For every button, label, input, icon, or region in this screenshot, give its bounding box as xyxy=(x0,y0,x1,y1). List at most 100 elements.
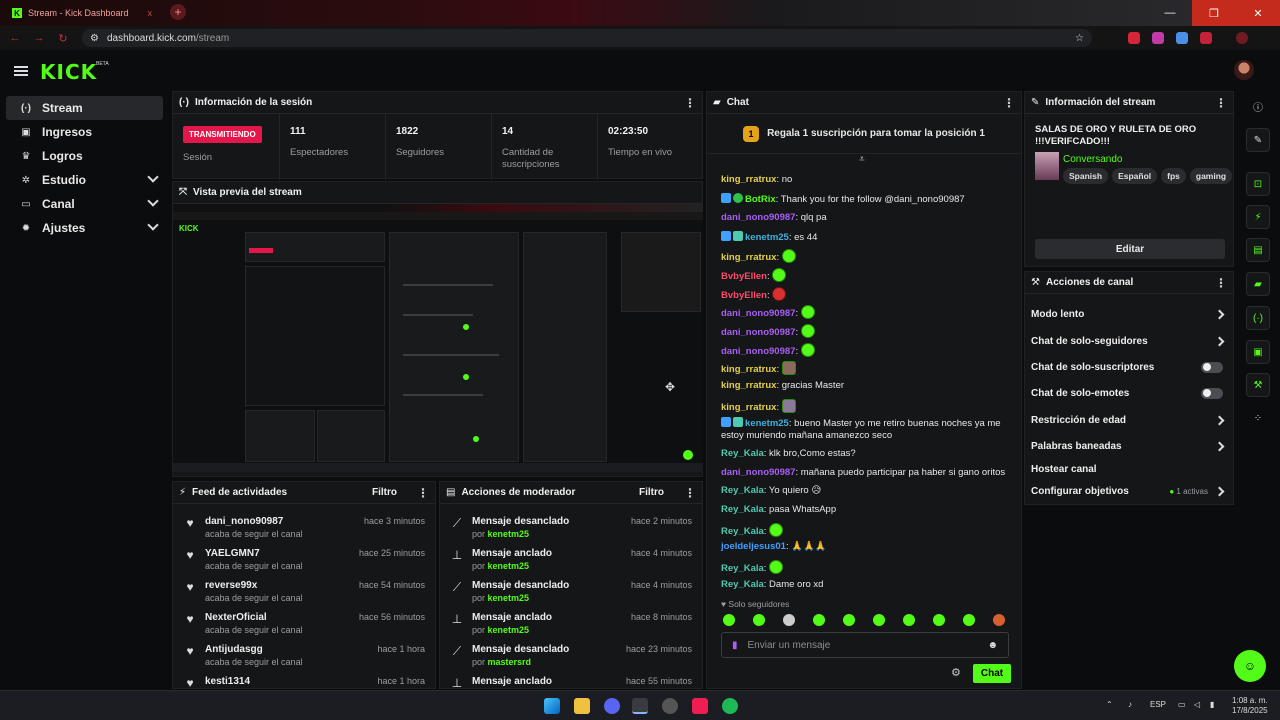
lightning-icon[interactable]: ⚡ xyxy=(1246,205,1270,229)
more-options-icon[interactable]: ⋮ xyxy=(684,486,696,500)
tab-close-icon[interactable]: x xyxy=(148,8,153,18)
spotify-icon[interactable] xyxy=(722,698,738,714)
emote-icon[interactable] xyxy=(903,614,915,626)
reload-icon[interactable]: ↻ xyxy=(54,29,72,47)
browser-tab[interactable]: K Stream - Kick Dashboard x xyxy=(6,3,158,23)
emote-icon[interactable] xyxy=(753,614,765,626)
microphone-icon[interactable]: ▮ xyxy=(732,640,738,651)
sidebar-item-ajustes[interactable]: ✹ Ajustes xyxy=(6,216,163,240)
stream-preview-video[interactable]: KICK ✥ xyxy=(173,204,703,472)
minimize-button[interactable]: — xyxy=(1148,0,1192,26)
more-options-icon[interactable]: ⋮ xyxy=(1215,276,1227,290)
followers-only-row[interactable]: Chat de solo-seguidores xyxy=(1031,330,1225,352)
chat-username[interactable]: Rey_Kala xyxy=(721,526,764,537)
extension-icon[interactable] xyxy=(1152,32,1164,44)
feed-username[interactable]: NexterOficial xyxy=(205,612,267,623)
info-icon[interactable]: ⓘ xyxy=(1246,94,1270,118)
filter-button[interactable]: Filtro xyxy=(639,487,664,498)
help-chat-button[interactable]: ☺ xyxy=(1234,650,1266,682)
url-field[interactable]: ⚙ dashboard.kick.com/stream ☆ xyxy=(82,29,1092,47)
extension-icon[interactable] xyxy=(1128,32,1140,44)
chat-username[interactable]: dani_nono90987 xyxy=(721,467,795,478)
chat-username[interactable]: Rey_Kala xyxy=(721,504,764,515)
chat-username[interactable]: kenetm25 xyxy=(745,232,789,243)
battery-icon[interactable]: ▮ xyxy=(1210,700,1214,709)
more-options-icon[interactable]: ⋮ xyxy=(1215,96,1227,110)
goals-row[interactable]: Configurar objetivos ● 1 activas xyxy=(1031,480,1225,502)
network-icon[interactable]: ▭ xyxy=(1178,700,1186,709)
mod-user[interactable]: kenetm25 xyxy=(488,529,530,539)
feed-username[interactable]: Antijudasgg xyxy=(205,644,263,655)
subscribers-only-toggle[interactable] xyxy=(1201,361,1223,373)
more-widgets-icon[interactable]: ⁘ xyxy=(1246,406,1270,430)
tools-icon[interactable]: ⚒ xyxy=(1246,373,1270,397)
category-name[interactable]: Conversando xyxy=(1063,154,1122,165)
chat-message-input[interactable]: ▮ Enviar un mensaje ☻ xyxy=(721,632,1009,658)
chat-username[interactable]: kenetm25 xyxy=(745,418,789,429)
back-icon[interactable]: ← xyxy=(6,29,24,47)
tray-chevron-icon[interactable]: ⌃ xyxy=(1106,700,1113,709)
more-options-icon[interactable]: ⋮ xyxy=(684,96,696,110)
emotes-only-toggle[interactable] xyxy=(1201,387,1223,399)
chat-username[interactable]: Rey_Kala xyxy=(721,448,764,459)
mod-user[interactable]: kenetm25 xyxy=(488,625,530,635)
chat-widget-icon[interactable]: ▰ xyxy=(1246,272,1270,296)
sub-gift-leaderboard[interactable]: 1 Regala 1 suscripción para tomar la pos… xyxy=(707,114,1021,154)
age-restriction-row[interactable]: Restricción de edad xyxy=(1031,409,1225,431)
emote-icon[interactable] xyxy=(993,614,1005,626)
kick-logo[interactable]: KICK xyxy=(40,60,97,84)
mod-user[interactable]: kenetm25 xyxy=(488,561,530,571)
emote-icon[interactable] xyxy=(723,614,735,626)
sidebar-item-ingresos[interactable]: ▣ Ingresos xyxy=(6,120,163,144)
menu-icon[interactable] xyxy=(14,66,28,76)
notes-icon[interactable]: ▤ xyxy=(1246,238,1270,262)
mod-user[interactable]: mastersrd xyxy=(488,657,532,667)
host-channel-row[interactable]: Hostear canal xyxy=(1031,458,1223,480)
close-window-button[interactable]: ✕ xyxy=(1236,0,1280,26)
forward-icon[interactable]: → xyxy=(30,29,48,47)
profile-icon[interactable] xyxy=(1236,32,1248,44)
sidebar-item-logros[interactable]: ♛ Logros xyxy=(6,144,163,168)
extension-icon[interactable] xyxy=(1176,32,1188,44)
feed-username[interactable]: kesti1314 xyxy=(205,676,250,687)
chat-username[interactable]: king_rratrux xyxy=(721,402,776,413)
chrome-icon[interactable] xyxy=(632,698,648,714)
new-tab-button[interactable]: + xyxy=(170,4,186,20)
file-explorer-icon[interactable] xyxy=(574,698,590,714)
emote-icon[interactable] xyxy=(933,614,945,626)
chat-username[interactable]: joeldeljesus01 xyxy=(721,541,786,552)
mod-widget-icon[interactable]: ▣ xyxy=(1246,340,1270,364)
chat-username[interactable]: Rey_Kala xyxy=(721,563,764,574)
microphone-tray-icon[interactable]: ♪ xyxy=(1128,700,1132,709)
discord-icon[interactable] xyxy=(604,698,620,714)
chat-settings-gear-icon[interactable]: ⚙ xyxy=(951,666,961,679)
emote-icon[interactable] xyxy=(873,614,885,626)
tiktok-icon[interactable] xyxy=(692,698,708,714)
chat-username[interactable]: Rey_Kala xyxy=(721,485,764,496)
chat-username[interactable]: BvbyEllen xyxy=(721,271,767,282)
feed-username[interactable]: reverse99x xyxy=(205,580,257,591)
chat-username[interactable]: BvbyEllen xyxy=(721,290,767,301)
emote-icon[interactable] xyxy=(813,614,825,626)
edit-layout-icon[interactable]: ✎ xyxy=(1246,128,1270,152)
banned-words-row[interactable]: Palabras baneadas xyxy=(1031,435,1225,457)
chat-send-button[interactable]: Chat xyxy=(973,664,1011,683)
emote-icon[interactable] xyxy=(783,614,795,626)
maximize-button[interactable]: ❐ xyxy=(1192,0,1236,26)
bookmark-star-icon[interactable]: ☆ xyxy=(1075,33,1084,44)
edit-button[interactable]: Editar xyxy=(1035,239,1225,259)
chat-username[interactable]: king_rratrux xyxy=(721,364,776,375)
chat-username[interactable]: king_rratrux xyxy=(721,380,776,391)
chat-username[interactable]: king_rratrux xyxy=(721,252,776,263)
feed-username[interactable]: YAELGMN7 xyxy=(205,548,260,559)
sidebar-item-estudio[interactable]: ✲ Estudio xyxy=(6,168,163,192)
language-indicator[interactable]: ESP xyxy=(1150,700,1166,709)
chat-username[interactable]: BotRix xyxy=(745,194,776,205)
site-info-icon[interactable]: ⚙ xyxy=(90,33,99,44)
user-avatar[interactable] xyxy=(1234,60,1254,80)
sidebar-item-canal[interactable]: ▭ Canal xyxy=(6,192,163,216)
clock[interactable]: 1:08 a. m. 17/8/2025 xyxy=(1232,696,1268,716)
chat-username[interactable]: dani_nono90987 xyxy=(721,327,795,338)
more-options-icon[interactable]: ⋮ xyxy=(1003,96,1015,110)
filter-button[interactable]: Filtro xyxy=(372,487,397,498)
